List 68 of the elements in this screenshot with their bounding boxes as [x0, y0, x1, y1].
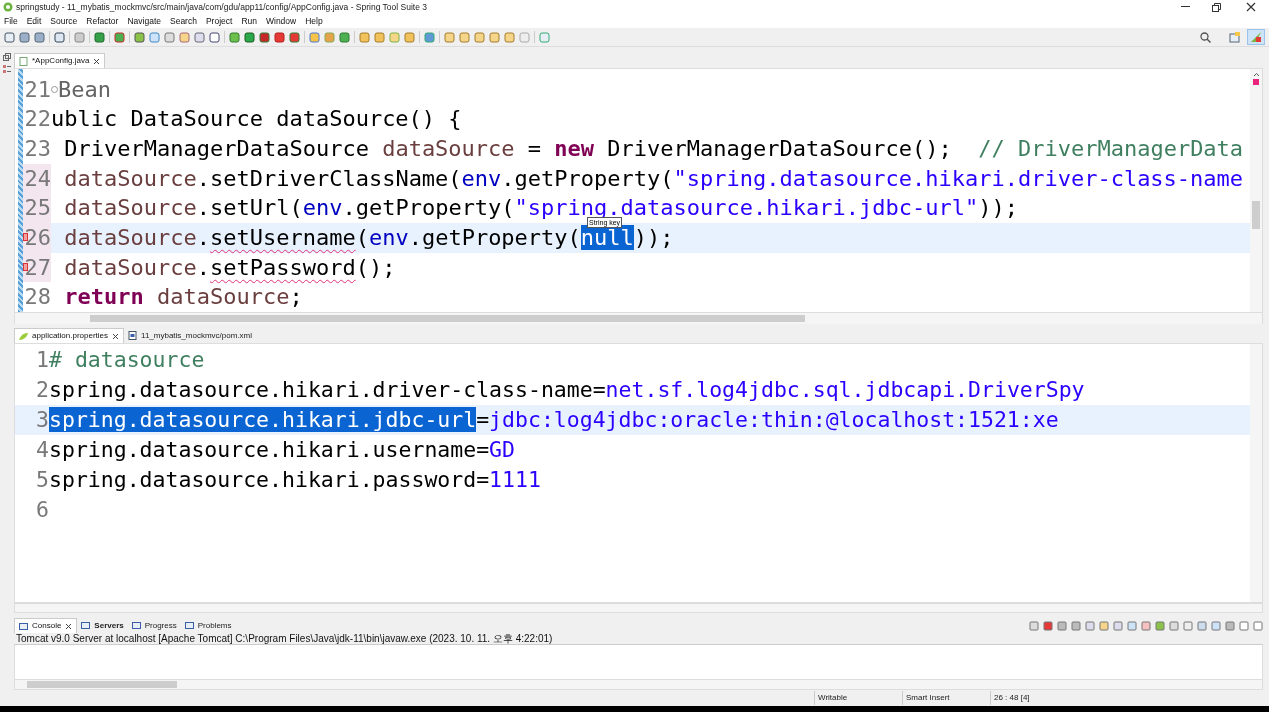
line-number: 21	[24, 78, 51, 101]
menu-item[interactable]: Search	[170, 14, 197, 28]
menu-item[interactable]: Project	[205, 14, 233, 28]
close-icon[interactable]	[93, 57, 101, 65]
horizontal-scrollbar[interactable]	[14, 603, 1263, 613]
status-field: Writable	[814, 691, 902, 705]
menu-item[interactable]: File	[4, 14, 18, 28]
code-line: dataSource.setDriverClassName(env.getProperty("spring.datasource.hikari.driver-class-name	[63, 167, 1244, 190]
line-number: 26	[24, 226, 51, 249]
line-number: 22	[24, 108, 51, 131]
horizontal-scrollbar[interactable]	[27, 681, 177, 688]
editor-tab[interactable]: application.properties	[14, 328, 125, 343]
perspective-button[interactable]	[1247, 29, 1265, 45]
code-line: ublic DataSource dataSource() {	[51, 108, 462, 131]
menu-item[interactable]: Window	[266, 14, 297, 28]
code-line: dataSource.setUrl(env.getProperty("spring.datasource.hikari.jdbc-url"));	[63, 197, 1018, 220]
line-number: 25	[24, 197, 51, 220]
menu-item[interactable]: Run	[241, 14, 257, 28]
code-line: dataSource.setPassword();	[63, 256, 396, 279]
editor-tab[interactable]: *AppConfig.java	[14, 53, 106, 68]
close-icon[interactable]	[1246, 2, 1256, 12]
line-number: 23	[24, 138, 51, 161]
file-icon	[19, 56, 28, 66]
code-line: spring.datasource.hikari.jdbc-url=jdbc:log4jdbc:oracle:thin:@localhost:1521:xe	[49, 409, 1059, 431]
xml-file-icon	[128, 331, 138, 340]
tab-icon	[19, 621, 28, 631]
code-line: return dataSource;	[63, 286, 303, 309]
code-line: spring.datasource.hikari.username=GD	[49, 439, 515, 461]
horizontal-scrollbar[interactable]	[90, 315, 805, 322]
line-number: 24	[24, 167, 51, 190]
close-icon[interactable]	[65, 622, 73, 630]
code-line: # datasource	[49, 349, 205, 371]
vertical-scrollbar[interactable]	[1250, 344, 1262, 602]
status-field: 26 : 48 [4]	[990, 691, 1070, 705]
menu-item[interactable]: Navigate	[127, 14, 161, 28]
code-line: spring.datasource.hikari.driver-class-name=net.sf.log4jdbc.sql.jdbcapi.DriverSpy	[49, 379, 1085, 401]
status-field: Smart Insert	[902, 691, 990, 705]
outline-icon[interactable]	[3, 65, 11, 73]
line-number: 5	[36, 469, 49, 491]
code-line: dataSource.setUsername(env.getProperty(null));	[63, 226, 674, 249]
line-number: 2	[36, 379, 49, 401]
console-description: Tomcat v9.0 Server at localhost [Apache Tomcat] C:\Program Files\Java\jdk-11\bin\javaw.exe (2023. 10. 11. 오후 4:22:01)	[16, 632, 553, 646]
window-title: springstudy - 11_mybatis_mockmvc/src/main/java/com/gdu/app11/config/AppConfig.java - Spring Tool Suite 3	[16, 0, 428, 14]
editor-tab[interactable]: Console	[14, 618, 78, 633]
line-number: 27	[24, 256, 51, 279]
error-overview-marker[interactable]	[1253, 79, 1259, 85]
tab-icon	[184, 621, 194, 630]
tab-icon	[131, 621, 141, 630]
code-line: DriverManagerDataSource dataSource = new DriverManagerDataSource(); // DriverManagerData	[63, 138, 1244, 161]
restore-icon[interactable]	[1211, 2, 1221, 12]
line-number: 3	[36, 409, 49, 431]
menu-item[interactable]: Source	[50, 14, 78, 28]
open-perspective-icon[interactable]	[1229, 31, 1241, 43]
code-line: spring.datasource.hikari.password=1111	[49, 469, 541, 491]
search-icon[interactable]	[1200, 31, 1211, 43]
tab-icon	[81, 621, 91, 630]
leaf-icon	[19, 331, 28, 341]
code-line: Bean	[58, 78, 111, 101]
line-number: 4	[36, 439, 49, 461]
scrollbar-thumb[interactable]	[1252, 201, 1260, 229]
close-icon[interactable]	[112, 332, 120, 340]
menu-item[interactable]: Refactor	[86, 14, 119, 28]
menu-item[interactable]: Help	[305, 14, 323, 28]
line-number: 28	[24, 286, 51, 309]
line-number: 6	[36, 499, 49, 521]
line-number: 1	[36, 349, 49, 371]
menu-item[interactable]: Edit	[26, 14, 42, 28]
scroll-up-icon[interactable]	[1252, 72, 1260, 77]
